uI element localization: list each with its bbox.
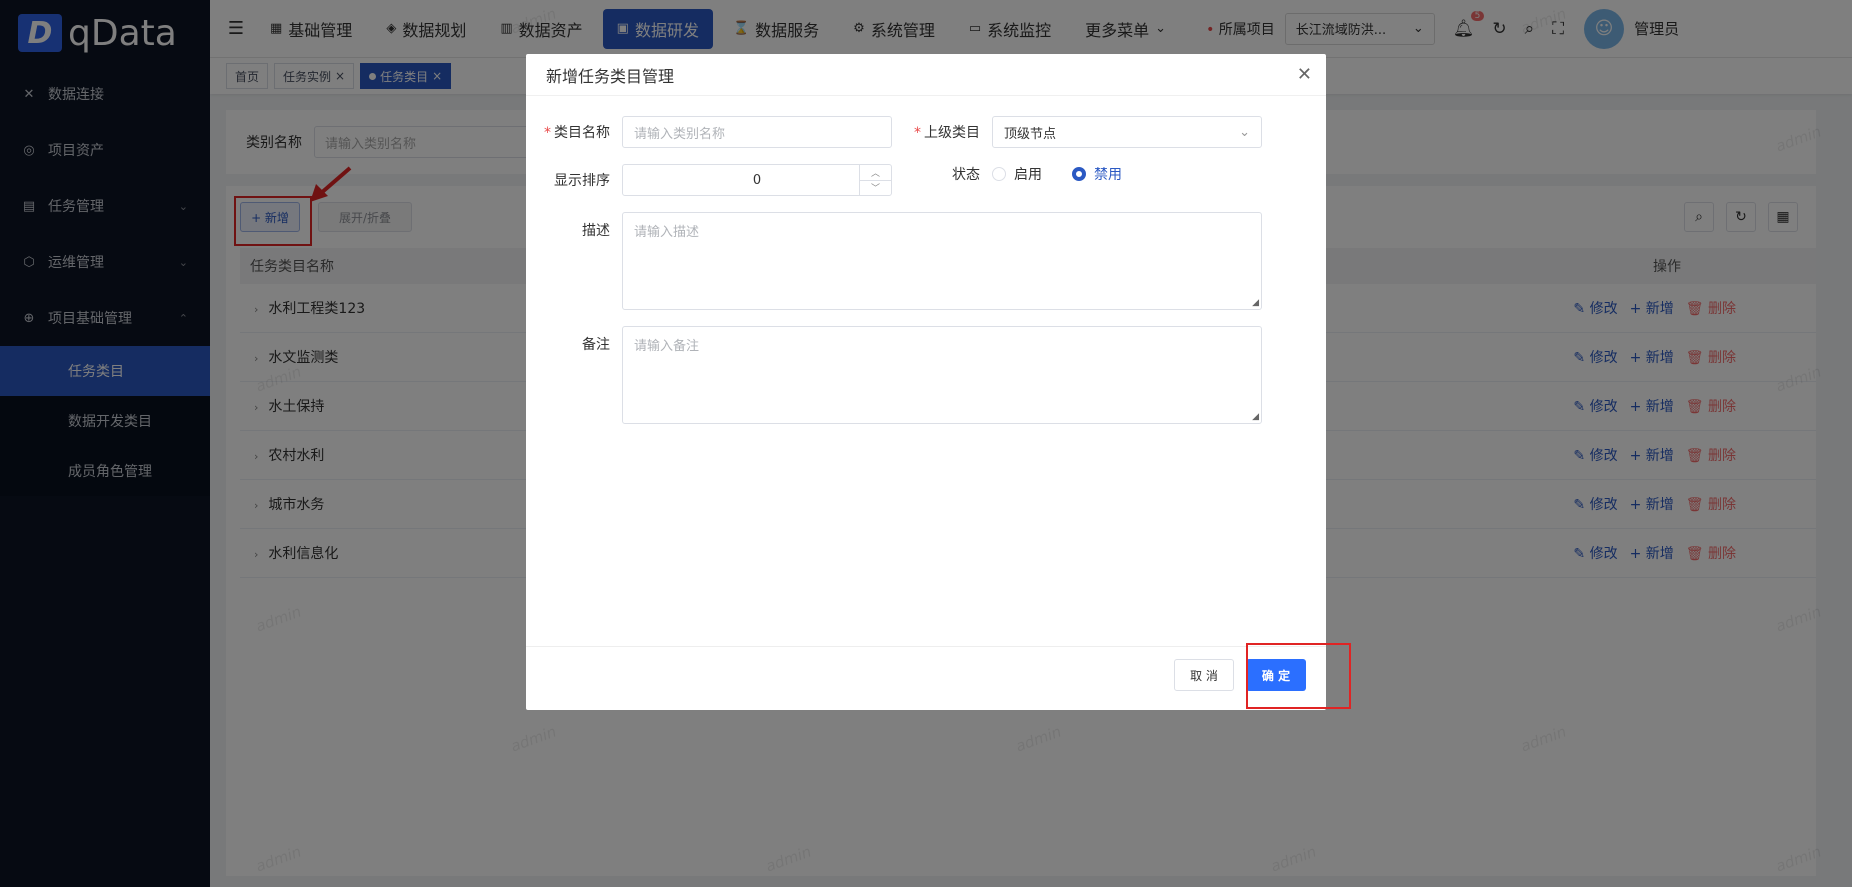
stepper-controls: ︿ ﹀ xyxy=(859,165,891,195)
parent-category-select[interactable]: 顶级节点 ⌄ xyxy=(992,116,1262,148)
dialog-footer: 取 消 确 定 xyxy=(526,646,1326,710)
form-row-name: * 类目名称 请输入类别名称 xyxy=(526,116,892,148)
resize-handle-icon[interactable]: ◢ xyxy=(1252,412,1259,422)
form-row-order: 显示排序 0 ︿ ﹀ xyxy=(526,164,892,196)
app-root: D qData ✕ 数据连接 ◎ 项目资产 ▤ 任务管理 ⌄ ⬡ 运维管理 ⌄ … xyxy=(0,0,1852,887)
field-label: 备注 xyxy=(582,337,610,353)
form-row-desc: 描述 请输入描述 ◢ xyxy=(526,212,1262,310)
field-label: * 上级类目 xyxy=(914,125,980,141)
field-label: 描述 xyxy=(582,223,610,239)
field-label: * 类目名称 xyxy=(544,125,610,141)
chevron-down-icon: ⌄ xyxy=(1239,124,1250,140)
form-row-parent: * 上级类目 顶级节点 ⌄ xyxy=(896,116,1262,148)
radio-circle xyxy=(992,167,1006,181)
status-radio-disable[interactable]: 禁用 xyxy=(1072,164,1122,184)
add-category-dialog: 新增任务类目管理 ✕ * 类目名称 请输入类别名称 * 上级类目 顶级节点 ⌄ 显示排… xyxy=(526,54,1326,710)
cancel-button[interactable]: 取 消 xyxy=(1174,659,1234,691)
form-row-status: 状态 启用 禁用 xyxy=(896,164,1152,184)
increment-icon[interactable]: ︿ xyxy=(860,165,891,181)
decrement-icon[interactable]: ﹀ xyxy=(860,181,891,196)
remark-textarea[interactable]: 请输入备注 ◢ xyxy=(622,326,1262,424)
description-textarea[interactable]: 请输入描述 ◢ xyxy=(622,212,1262,310)
close-icon[interactable]: ✕ xyxy=(1297,64,1312,85)
annotation-box-confirm xyxy=(1246,643,1351,709)
status-radio-enable[interactable]: 启用 xyxy=(992,164,1042,184)
order-value: 0 xyxy=(752,172,762,188)
field-label: 状态 xyxy=(952,167,980,183)
field-label: 显示排序 xyxy=(554,173,610,189)
category-name-input[interactable]: 请输入类别名称 xyxy=(622,116,892,148)
radio-circle xyxy=(1072,167,1086,181)
display-order-stepper[interactable]: 0 ︿ ﹀ xyxy=(622,164,892,196)
resize-handle-icon[interactable]: ◢ xyxy=(1252,298,1259,308)
dialog-title: 新增任务类目管理 xyxy=(526,54,1326,96)
form-row-remark: 备注 请输入备注 ◢ xyxy=(526,326,1262,424)
